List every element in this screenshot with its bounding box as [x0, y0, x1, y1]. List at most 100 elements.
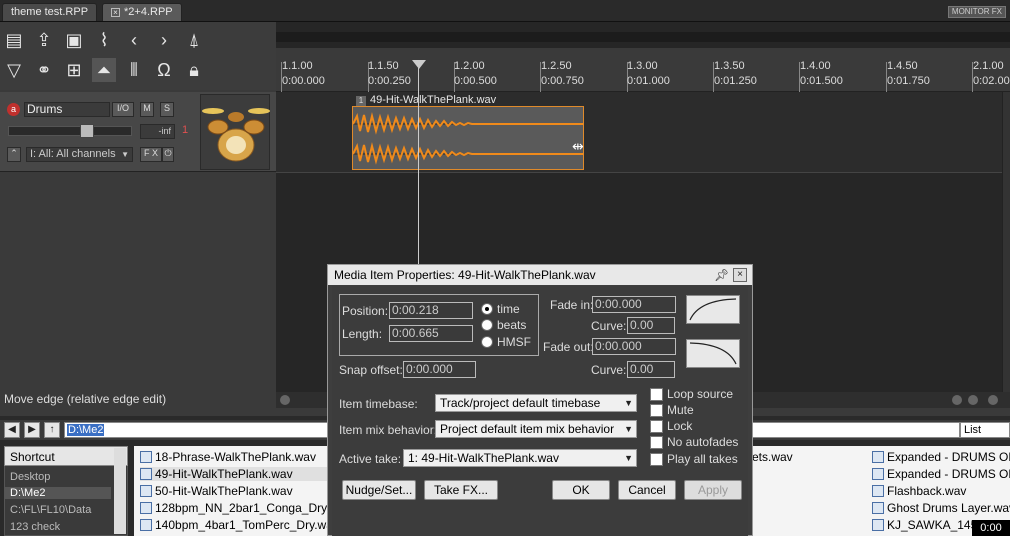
- fx-bypass-icon[interactable]: ⏻: [162, 147, 174, 162]
- playhead-marker[interactable]: [412, 60, 426, 69]
- back-icon[interactable]: ◀: [4, 422, 20, 438]
- active-take-select[interactable]: 1: 49-Hit-WalkThePlank.wav ▼: [403, 449, 637, 467]
- zoom-out-icon[interactable]: [988, 395, 998, 405]
- fade-in-field[interactable]: 0:00.000: [592, 296, 676, 313]
- solo-button[interactable]: S: [160, 102, 174, 117]
- no-autofades-checkbox[interactable]: [650, 436, 663, 449]
- file-item[interactable]: Ghost Drums Layer.wav: [872, 501, 1010, 515]
- close-icon[interactable]: ×: [733, 268, 747, 282]
- track-panel-empty-area[interactable]: [0, 172, 276, 390]
- shortcut-scrollbar[interactable]: [114, 448, 126, 534]
- item-name: 49-Hit-WalkThePlank.wav: [370, 94, 497, 106]
- open-project-icon[interactable]: ⇪: [32, 28, 56, 52]
- close-icon[interactable]: ×: [111, 8, 120, 17]
- curve-in-field[interactable]: 0.00: [627, 317, 675, 334]
- cancel-button[interactable]: Cancel: [618, 480, 676, 500]
- curve-out-field[interactable]: 0.00: [627, 361, 675, 378]
- parent-folder-icon[interactable]: ↑: [44, 422, 60, 438]
- envelope-icon[interactable]: ⏶: [92, 58, 116, 82]
- shortcut-item[interactable]: Desktop: [10, 471, 50, 483]
- forward-icon[interactable]: ▶: [24, 422, 40, 438]
- record-arm-button[interactable]: a: [7, 103, 20, 116]
- file-item[interactable]: Flashback.wav: [872, 484, 966, 498]
- length-field[interactable]: 0:00.665: [389, 325, 473, 342]
- file-name: 49-Hit-WalkThePlank.wav: [155, 467, 293, 481]
- redo-icon[interactable]: ›: [152, 28, 176, 52]
- file-item[interactable]: 128bpm_NN_2bar1_Conga_Dry.wav: [140, 501, 351, 515]
- dialog-title[interactable]: Media Item Properties: 49-Hit-WalkThePla…: [328, 265, 752, 285]
- play-all-takes-checkbox[interactable]: [650, 453, 663, 466]
- scroll-left-icon[interactable]: [280, 395, 290, 405]
- beats-radio-label: beats: [497, 318, 527, 332]
- file-item[interactable]: 140bpm_4bar1_TomPerc_Dry.wav: [140, 518, 339, 532]
- nudge-set-button[interactable]: Nudge/Set...: [342, 480, 416, 500]
- hmsf-radio[interactable]: [481, 336, 493, 348]
- ruler-bar-label: 1.3.00: [627, 60, 658, 72]
- fade-in-shape-button[interactable]: [686, 295, 740, 324]
- audio-file-icon: [140, 519, 152, 531]
- lock-icon[interactable]: 🔒︎: [182, 58, 206, 82]
- input-selector[interactable]: I: All: All channels ▼: [26, 147, 133, 162]
- ok-button[interactable]: OK: [552, 480, 610, 500]
- lock-checkbox[interactable]: [650, 420, 663, 433]
- tab-current-project[interactable]: × *2+4.RPP: [102, 3, 182, 21]
- file-item[interactable]: Expanded - DRUMS ON: [872, 467, 1010, 481]
- apply-button[interactable]: Apply: [684, 480, 742, 500]
- shortcut-item[interactable]: 123 check: [10, 521, 60, 533]
- save-project-icon[interactable]: ▣: [62, 28, 86, 52]
- new-project-icon[interactable]: ▤: [2, 28, 26, 52]
- file-name: Expanded - DRUMS ON: [887, 450, 1010, 464]
- shortcut-item[interactable]: C:\FL\FL10\Data: [10, 504, 91, 516]
- magnet-icon[interactable]: Ω: [152, 58, 176, 82]
- pin-icon[interactable]: 📌︎: [714, 268, 729, 282]
- scroll-right-icon[interactable]: [952, 395, 962, 405]
- time-radio[interactable]: [481, 303, 493, 315]
- loop-source-checkbox[interactable]: [650, 388, 663, 401]
- file-item[interactable]: 50-Hit-WalkThePlank.wav: [140, 484, 293, 498]
- file-item[interactable]: KJ_SAWKA_145_: [872, 518, 984, 532]
- monitor-fx-button[interactable]: MONITOR FX: [947, 6, 1006, 18]
- mute-checkbox[interactable]: [650, 404, 663, 417]
- metronome-icon[interactable]: ⍋: [182, 28, 206, 52]
- position-field[interactable]: 0:00.218: [389, 302, 473, 319]
- take-fx-button[interactable]: Take FX...: [424, 480, 498, 500]
- attach-icon[interactable]: ⌇: [92, 28, 116, 52]
- fade-out-shape-button[interactable]: [686, 339, 740, 368]
- beats-radio[interactable]: [481, 319, 493, 331]
- io-button[interactable]: I/O: [112, 102, 134, 117]
- vertical-scrollbar[interactable]: [1002, 92, 1010, 392]
- shortcut-item[interactable]: D:\Me2: [5, 487, 111, 499]
- undo-icon[interactable]: ‹: [122, 28, 146, 52]
- snap-lines-icon[interactable]: ⦀: [122, 58, 146, 82]
- envelope-toggle-icon[interactable]: ⌃: [7, 147, 21, 162]
- view-mode-value: List: [964, 424, 982, 436]
- fade-out-field[interactable]: 0:00.000: [592, 338, 676, 355]
- zoom-in-icon[interactable]: [968, 395, 978, 405]
- time-radio-label: time: [497, 302, 520, 316]
- volume-slider-handle[interactable]: [80, 124, 94, 138]
- ruler-bar-label: 1.3.50: [714, 60, 745, 72]
- filter-icon[interactable]: ▽: [2, 58, 26, 82]
- ruler-time-label: 0:01.250: [714, 75, 757, 87]
- audio-file-icon: [872, 485, 884, 497]
- fx-button[interactable]: F X: [140, 147, 162, 162]
- ripple-edit-icon[interactable]: ⚭: [32, 58, 56, 82]
- loop-selection-strip[interactable]: [276, 32, 1010, 42]
- file-name: 18-Phrase-WalkThePlank.wav: [155, 450, 316, 464]
- file-item[interactable]: 18-Phrase-WalkThePlank.wav: [140, 450, 316, 464]
- audio-file-icon: [872, 451, 884, 463]
- item-mix-select[interactable]: Project default item mix behavior ▼: [435, 420, 637, 438]
- item-timebase-select[interactable]: Track/project default timebase ▼: [435, 394, 637, 412]
- timeline-ruler[interactable]: 1.1.00 0:00.000 1.1.50 0:00.250 1.2.00 0…: [276, 48, 1010, 92]
- file-item[interactable]: Expanded - DRUMS ON: [872, 450, 1010, 464]
- track-name-field[interactable]: Drums: [24, 102, 110, 117]
- mute-button[interactable]: M: [140, 102, 154, 117]
- tab-theme-test[interactable]: theme test.RPP: [2, 3, 98, 21]
- file-item[interactable]: 49-Hit-WalkThePlank.wav: [140, 467, 330, 481]
- media-item[interactable]: [352, 106, 584, 170]
- view-mode-select[interactable]: List: [960, 422, 1010, 438]
- snap-offset-field[interactable]: 0:00.000: [403, 361, 476, 378]
- volume-slider[interactable]: [8, 126, 132, 136]
- file-item[interactable]: ets.wav: [752, 450, 793, 464]
- grid-icon[interactable]: ⊞: [62, 58, 86, 82]
